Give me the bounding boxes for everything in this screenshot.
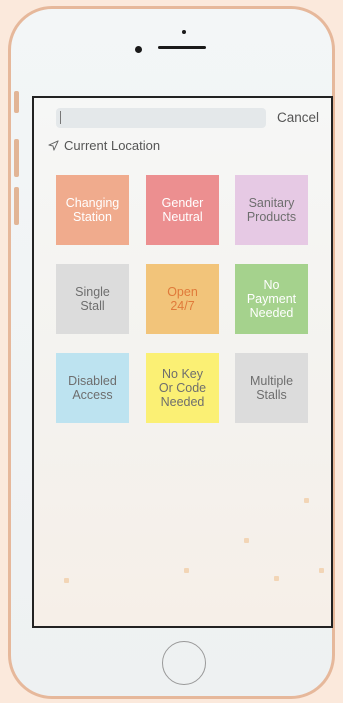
- earpiece-speaker: [158, 46, 206, 49]
- front-camera: [135, 46, 142, 53]
- filter-tile-label-line: Single: [75, 285, 110, 299]
- search-input[interactable]: [56, 108, 266, 128]
- cancel-button[interactable]: Cancel: [277, 110, 319, 125]
- volume-up-button: [14, 139, 19, 177]
- location-arrow-icon: [48, 140, 59, 151]
- proximity-sensor: [182, 30, 186, 34]
- filter-tile-label: Disabled Access: [68, 374, 117, 402]
- filter-tile-label: Gender Neutral: [162, 196, 204, 224]
- filter-tile-label-line: Open: [167, 285, 198, 299]
- app-screen: Cancel Current Location Changing Station G…: [32, 96, 333, 628]
- filter-tile[interactable]: No Key Or Code Needed: [146, 353, 219, 423]
- filter-tile[interactable]: Sanitary Products: [235, 175, 308, 245]
- filter-tile-label: Single Stall: [75, 285, 110, 313]
- filter-tile-label: Multiple Stalls: [250, 374, 293, 402]
- filter-tile-label-line: Neutral: [162, 210, 203, 224]
- filter-tile-label-line: Station: [73, 210, 112, 224]
- filter-tile-label-line: Needed: [249, 306, 294, 320]
- filter-tile-label-line: Payment: [246, 292, 297, 306]
- filter-tile-label-line: 24/7: [170, 299, 195, 313]
- filter-tile-label: No Key Or Code Needed: [159, 367, 206, 409]
- filter-tile-label: Changing Station: [66, 196, 120, 224]
- filter-tile-label-line: No: [263, 278, 280, 292]
- filter-tile[interactable]: Gender Neutral: [146, 175, 219, 245]
- home-button[interactable]: [162, 641, 206, 685]
- mute-switch: [14, 91, 19, 113]
- filter-tile-label: Sanitary Products: [247, 196, 296, 224]
- filter-tile-label-line: Products: [246, 210, 297, 224]
- filter-tile[interactable]: Single Stall: [56, 264, 129, 334]
- filter-tile-label-line: Access: [72, 388, 113, 402]
- filter-tile-label-line: Needed: [160, 395, 205, 409]
- filter-tile-label-line: Stall: [80, 299, 105, 313]
- volume-down-button: [14, 187, 19, 225]
- filter-tile-label-line: Disabled: [68, 374, 117, 388]
- filter-tile-label-line: Changing: [65, 196, 120, 210]
- current-location-label: Current Location: [64, 138, 161, 153]
- current-location-button[interactable]: Current Location: [48, 138, 160, 153]
- text-cursor: [60, 111, 61, 124]
- filter-tile-label-line: Sanitary: [248, 196, 295, 210]
- filter-tile[interactable]: No Payment Needed: [235, 264, 308, 334]
- filter-tile[interactable]: Changing Station: [56, 175, 129, 245]
- filter-tile-label-line: Gender: [161, 196, 204, 210]
- filter-tile-label: Open 24/7: [167, 285, 198, 313]
- filter-tile-label-line: Or Code: [158, 381, 207, 395]
- filter-tile-label: No Payment Needed: [247, 278, 296, 320]
- filter-tile-label-line: Multiple: [249, 374, 294, 388]
- filter-tile[interactable]: Disabled Access: [56, 353, 129, 423]
- filter-tile-label-line: Stalls: [256, 388, 287, 402]
- filter-tile[interactable]: Multiple Stalls: [235, 353, 308, 423]
- filter-tile[interactable]: Open 24/7: [146, 264, 219, 334]
- filter-tile-label-line: No Key: [162, 367, 203, 381]
